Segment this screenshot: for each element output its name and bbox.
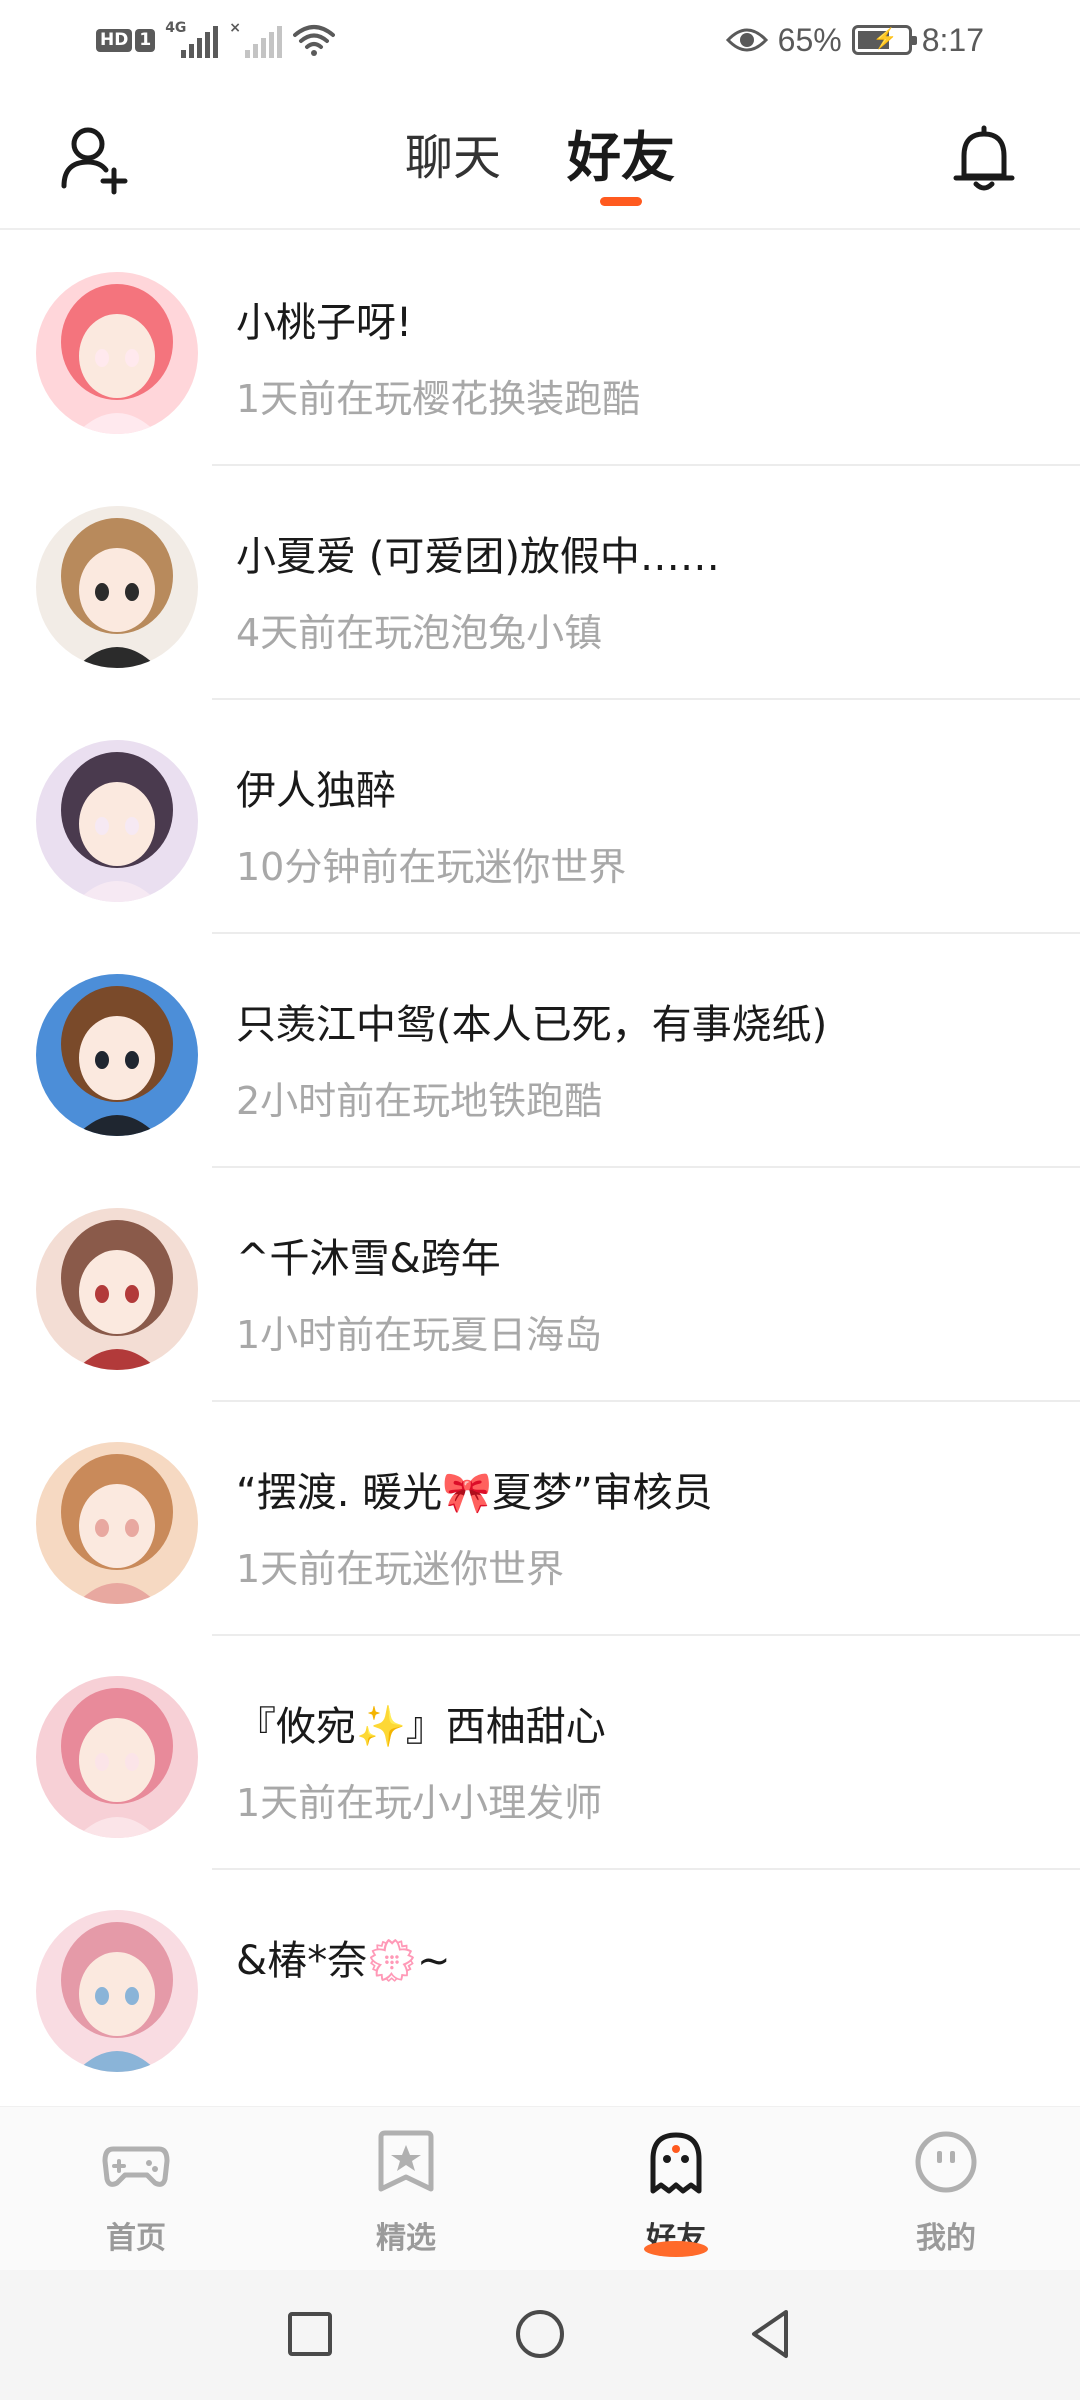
- status-right: 65% ⚡ 8:17: [725, 18, 984, 62]
- tab-chat[interactable]: 聊天: [397, 120, 509, 200]
- active-tab-indicator: [600, 197, 642, 206]
- friend-avatar[interactable]: [36, 506, 198, 668]
- friend-avatar[interactable]: [36, 1910, 198, 2072]
- nav-item-me[interactable]: 我的: [876, 2127, 1016, 2257]
- friend-activity: 1天前在玩小小理发师: [236, 1781, 603, 1825]
- signal-2-icon: ×: [229, 20, 283, 60]
- star-bookmark-icon: [371, 2127, 441, 2197]
- nav-item-friends[interactable]: 好友: [606, 2127, 746, 2257]
- friend-name: “摆渡. 暖光🎀夏梦”审核员: [236, 1470, 713, 1516]
- friend-name: 只羡江中鸳(本人已死，有事烧纸): [236, 1002, 828, 1048]
- gamepad-icon: [101, 2127, 171, 2197]
- system-nav-bar: [0, 2270, 1080, 2400]
- friend-activity: 1小时前在玩夏日海岛: [236, 1313, 603, 1357]
- battery-icon: ⚡: [851, 25, 917, 55]
- friend-activity: 4天前在玩泡泡兔小镇: [236, 611, 603, 655]
- friend-list-item[interactable]: 伊人独醉 10分钟前在玩迷你世界: [0, 700, 1080, 934]
- friend-list-item[interactable]: ^千沐雪&跨年 1小时前在玩夏日海岛: [0, 1168, 1080, 1402]
- friend-avatar[interactable]: [36, 1208, 198, 1370]
- nav-label: 精选: [376, 2221, 436, 2256]
- friend-name: ^千沐雪&跨年: [236, 1236, 501, 1282]
- friend-name: 小桃子呀!: [236, 300, 413, 346]
- hd-badge: HD 1: [96, 28, 156, 52]
- hd-label: HD: [96, 28, 133, 52]
- active-nav-indicator: [644, 2241, 708, 2257]
- friend-list-item[interactable]: “摆渡. 暖光🎀夏梦”审核员 1天前在玩迷你世界: [0, 1402, 1080, 1636]
- friend-list-item[interactable]: 小桃子呀! 1天前在玩樱花换装跑酷: [0, 232, 1080, 466]
- signal-icon: 4G: [165, 20, 219, 60]
- status-left: HD 1 4G ×: [96, 18, 336, 62]
- tab-friends[interactable]: 好友: [559, 120, 683, 206]
- sim-label: 1: [135, 28, 156, 52]
- tab-bar: 聊天 好友: [0, 120, 1080, 206]
- eye-icon: [725, 28, 768, 52]
- network-2-type: ×: [229, 20, 241, 36]
- tab-label: 聊天: [404, 130, 501, 186]
- friend-avatar[interactable]: [36, 740, 198, 902]
- friend-list-item[interactable]: 小夏爱 (可爱团)放假中…… 4天前在玩泡泡兔小镇: [0, 466, 1080, 700]
- friend-avatar[interactable]: [36, 974, 198, 1136]
- nav-item-featured[interactable]: 精选: [336, 2127, 476, 2257]
- back-button[interactable]: [740, 2304, 800, 2364]
- friend-name: &椿*奈💮~: [236, 1938, 451, 1984]
- friend-list-item[interactable]: &椿*奈💮~: [0, 1870, 1080, 2104]
- friend-activity: 1天前在玩迷你世界: [236, 1547, 565, 1591]
- ghost-icon: [641, 2127, 711, 2197]
- friend-name: 伊人独醉: [236, 768, 396, 814]
- friend-activity: 2小时前在玩地铁跑酷: [236, 1079, 603, 1123]
- circle-icon: [516, 2310, 564, 2358]
- top-header: 聊天 好友: [0, 80, 1080, 230]
- friend-avatar[interactable]: [36, 1676, 198, 1838]
- back-triangle-icon: [752, 2310, 788, 2358]
- clock: 8:17: [921, 21, 984, 58]
- home-button[interactable]: [510, 2304, 570, 2364]
- status-bar: HD 1 4G × 65% ⚡ 8:17: [0, 0, 1080, 80]
- friend-avatar[interactable]: [36, 272, 198, 434]
- nav-label: 首页: [106, 2221, 166, 2256]
- smiley-face-icon: [911, 2127, 981, 2197]
- friend-list: 小桃子呀! 1天前在玩樱花换装跑酷小夏爱 (可爱团)放假中…… 4天前在玩泡泡兔小镇…: [0, 232, 1080, 2104]
- notification-button[interactable]: [944, 118, 1024, 198]
- tab-label: 好友: [567, 126, 675, 189]
- nav-item-home[interactable]: 首页: [66, 2127, 206, 2257]
- square-icon: [288, 2312, 332, 2356]
- wifi-icon: [293, 25, 336, 56]
- friend-name: 小夏爱 (可爱团)放假中……: [236, 534, 720, 580]
- friend-list-item[interactable]: 只羡江中鸳(本人已死，有事烧纸) 2小时前在玩地铁跑酷: [0, 934, 1080, 1168]
- friend-list-item[interactable]: 『攸宛✨』西柚甜心 1天前在玩小小理发师: [0, 1636, 1080, 1870]
- battery-percent: 65%: [777, 21, 842, 58]
- friend-activity: 10分钟前在玩迷你世界: [236, 845, 627, 889]
- nav-label: 我的: [916, 2221, 976, 2256]
- friend-name: 『攸宛✨』西柚甜心: [236, 1704, 606, 1750]
- friend-avatar[interactable]: [36, 1442, 198, 1604]
- bell-icon: [953, 125, 1015, 191]
- bottom-nav: 首页 精选 好友我的: [0, 2106, 1080, 2270]
- recent-apps-button[interactable]: [280, 2304, 340, 2364]
- friend-activity: 1天前在玩樱花换装跑酷: [236, 377, 641, 421]
